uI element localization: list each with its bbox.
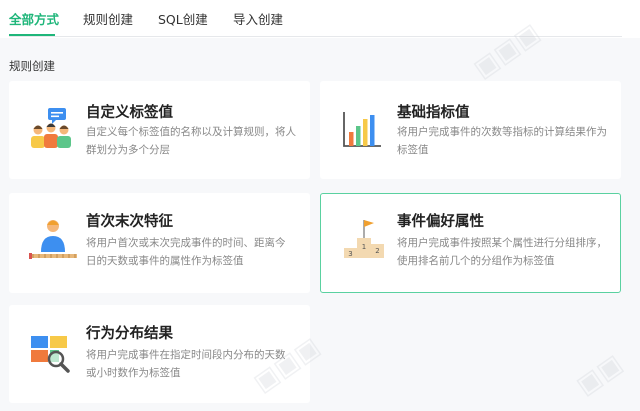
tabs-divider xyxy=(9,36,622,37)
tab-bar: 全部方式 规则创建 SQL创建 导入创建 xyxy=(0,0,640,38)
card-description: 自定义每个标签值的名称以及计算规则，将人群划分为多个分层 xyxy=(86,126,296,156)
tab-rule-create[interactable]: 规则创建 xyxy=(83,9,133,28)
card-behavior-distribution-result[interactable]: 行为分布结果 将用户完成事件在指定时间段内分布的天数或小时数作为标签值 xyxy=(9,305,310,403)
card-description: 将用户完成事件按照某个属性进行分组排序，使用排名前几个的分组作为标签值 xyxy=(397,237,607,267)
tab-sql-create[interactable]: SQL创建 xyxy=(158,9,208,28)
podium-label-3: 3 xyxy=(348,250,352,258)
card-title: 自定义标签值 xyxy=(86,105,173,121)
card-first-last-feature[interactable]: 首次末次特征 将用户首次或末次完成事件的时间、距离今日的天数或事件的属性作为标签… xyxy=(9,193,310,293)
card-title: 事件偏好属性 xyxy=(397,214,484,230)
card-description: 将用户首次或末次完成事件的时间、距离今日的天数或事件的属性作为标签值 xyxy=(86,237,286,267)
people-group-icon xyxy=(31,108,71,148)
tab-all-methods[interactable]: 全部方式 xyxy=(9,9,59,28)
card-description: 将用户完成事件在指定时间段内分布的天数或小时数作为标签值 xyxy=(86,349,286,379)
card-title: 首次末次特征 xyxy=(86,214,173,230)
card-title: 行为分布结果 xyxy=(86,326,173,342)
card-description: 将用户完成事件的次数等指标的计算结果作为标签值 xyxy=(397,126,607,156)
person-timeline-icon xyxy=(29,220,77,259)
section-title: 规则创建 xyxy=(9,59,55,73)
card-custom-tag-value[interactable]: 自定义标签值 自定义每个标签值的名称以及计算规则，将人群划分为多个分层 xyxy=(9,81,310,179)
card-basic-metric-value[interactable]: 基础指标值 将用户完成事件的次数等指标的计算结果作为标签值 xyxy=(320,81,621,179)
card-title: 基础指标值 xyxy=(397,105,470,121)
blocks-magnifier-icon xyxy=(31,336,70,373)
watermark: ▣▣ xyxy=(570,348,629,402)
card-event-preference-attribute[interactable]: 1 2 3 事件偏好属性 将用户完成事件按照某个属性进行分组排序，使用排名前几个… xyxy=(320,193,621,293)
podium-label-1: 1 xyxy=(362,243,366,251)
podium-icon: 1 2 3 xyxy=(344,220,384,258)
bar-chart-icon xyxy=(343,112,381,147)
podium-label-2: 2 xyxy=(375,247,379,255)
tab-import-create[interactable]: 导入创建 xyxy=(233,9,283,28)
